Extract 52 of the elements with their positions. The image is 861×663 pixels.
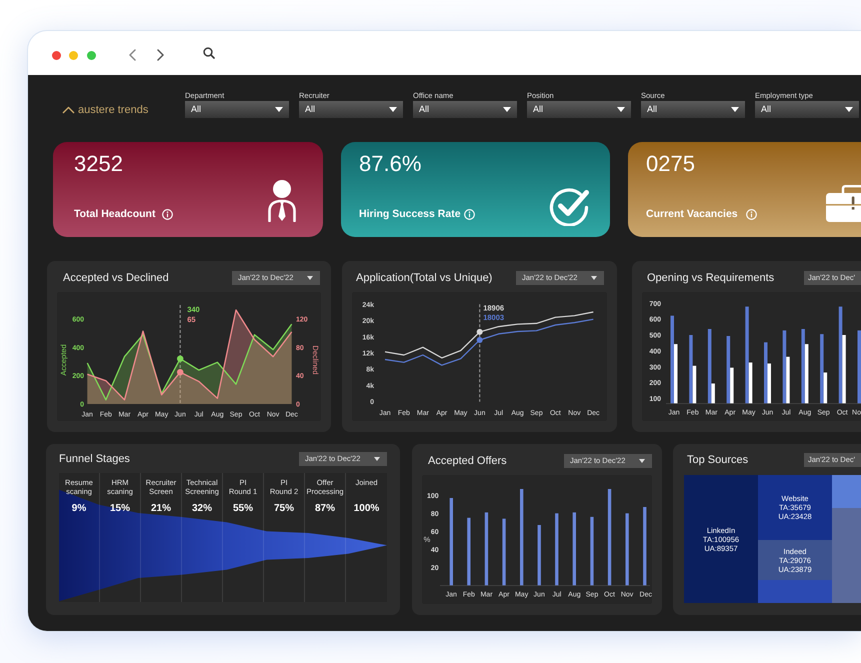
point-marker-icon bbox=[476, 328, 483, 335]
panel-title: Accepted Offers bbox=[428, 454, 507, 468]
filter-dropdown[interactable]: All bbox=[299, 101, 403, 118]
caret-icon bbox=[639, 459, 645, 463]
panel-title: Funnel Stages bbox=[59, 452, 130, 466]
search-icon[interactable] bbox=[203, 47, 215, 59]
stage-percent: 15% bbox=[110, 503, 130, 515]
stage-percent: 32% bbox=[192, 503, 212, 515]
caret-icon bbox=[591, 276, 597, 280]
stage-percent: 100% bbox=[354, 503, 380, 515]
chevron-left-icon[interactable] bbox=[129, 49, 136, 61]
brand-name: austere trends bbox=[78, 102, 148, 116]
kpi-label: Current Vacancies bbox=[646, 207, 738, 221]
chevron-right-icon[interactable] bbox=[157, 49, 164, 61]
panel-title: Opening vs Requirements bbox=[647, 271, 774, 285]
filter-dropdown[interactable]: All bbox=[185, 101, 289, 118]
panel-title: Accepted vs Declined bbox=[63, 271, 169, 285]
briefcase-icon bbox=[826, 185, 861, 222]
caret-icon bbox=[845, 107, 853, 112]
point-marker-icon bbox=[476, 337, 483, 343]
close-window-button[interactable] bbox=[52, 50, 61, 60]
kpi-label: Total Headcount bbox=[74, 207, 156, 221]
panel-title: Top Sources bbox=[687, 452, 748, 466]
kpi-value: 87.6% bbox=[359, 151, 422, 177]
info-icon[interactable] bbox=[746, 208, 757, 220]
logo-icon bbox=[62, 106, 75, 114]
panel-title: Application(Total vs Unique) bbox=[356, 271, 492, 285]
caret-icon bbox=[389, 107, 397, 112]
stage-percent: 21% bbox=[150, 503, 171, 515]
filter-dropdown[interactable]: All bbox=[413, 101, 517, 118]
info-icon[interactable] bbox=[464, 208, 475, 220]
stage-percent: 87% bbox=[314, 503, 335, 515]
stage-percent: 75% bbox=[274, 503, 294, 515]
stage-percent: 55% bbox=[232, 503, 253, 515]
filter-dropdown[interactable]: All bbox=[527, 101, 631, 118]
caret-icon bbox=[731, 107, 739, 112]
caret-icon bbox=[374, 457, 380, 461]
stage-percent: 9% bbox=[72, 503, 86, 515]
kpi-value: 3252 bbox=[74, 151, 124, 177]
maximize-window-button[interactable] bbox=[87, 50, 96, 60]
kpi-value: 0275 bbox=[646, 151, 696, 177]
caret-icon bbox=[617, 107, 625, 112]
person-with-tie-icon bbox=[266, 180, 298, 222]
info-icon[interactable] bbox=[162, 208, 174, 220]
point-marker-icon bbox=[177, 369, 184, 376]
caret-icon bbox=[275, 107, 283, 112]
filter-dropdown[interactable]: All bbox=[641, 101, 745, 118]
caret-icon bbox=[503, 107, 511, 112]
filter-dropdown[interactable]: All bbox=[755, 101, 859, 118]
point-marker-icon bbox=[177, 356, 184, 362]
kpi-label: Hiring Success Rate bbox=[359, 207, 461, 221]
caret-icon bbox=[307, 276, 313, 280]
